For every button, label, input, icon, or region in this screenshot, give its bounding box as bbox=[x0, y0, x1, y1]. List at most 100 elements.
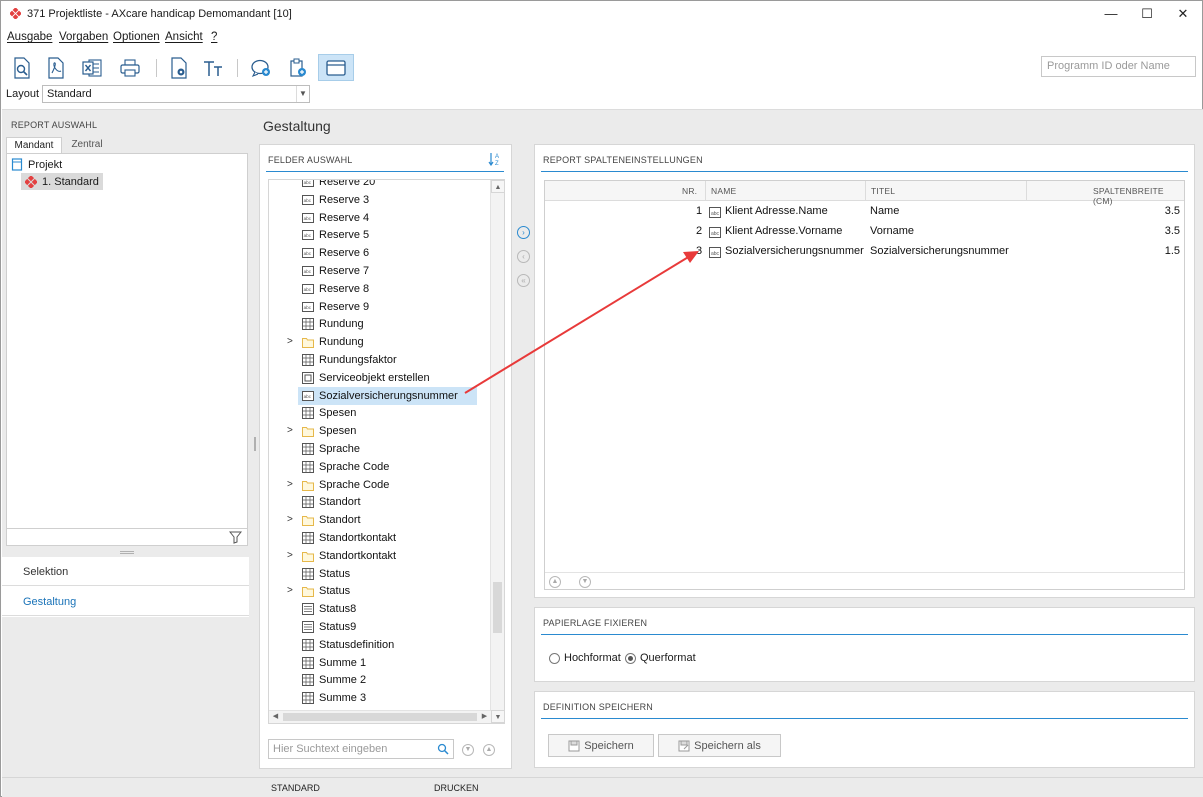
excel-export-button[interactable] bbox=[77, 54, 107, 81]
save-button[interactable]: Speichern bbox=[548, 734, 654, 757]
radio-hochformat[interactable]: Hochformat bbox=[549, 652, 621, 664]
field-item[interactable]: Serviceobjekt erstellen bbox=[269, 369, 491, 387]
col-header-nr[interactable]: NR. bbox=[682, 181, 697, 201]
field-item[interactable]: Standort bbox=[269, 493, 491, 511]
col-header-breite[interactable]: SPALTENBREITE (CM) bbox=[1093, 181, 1184, 206]
window-toggle-button[interactable] bbox=[318, 54, 354, 81]
field-item[interactable]: Status8 bbox=[269, 600, 491, 618]
field-list-hscrollbar[interactable]: ◀ ▶ bbox=[269, 710, 491, 723]
menu-vorgaben[interactable]: Vorgaben bbox=[59, 31, 108, 43]
tree-item-standard[interactable]: 1. Standard bbox=[21, 173, 103, 190]
field-item[interactable]: abc Reserve 7 bbox=[269, 262, 491, 280]
field-item[interactable]: Status9 bbox=[269, 618, 491, 636]
scroll-right-icon[interactable]: ▶ bbox=[478, 711, 491, 723]
clipboard-add-button[interactable] bbox=[283, 54, 313, 81]
layout-select[interactable]: Standard ▼ bbox=[42, 85, 310, 103]
remove-column-button[interactable]: ‹ bbox=[517, 250, 530, 263]
chevron-right-icon[interactable]: > bbox=[287, 585, 293, 596]
close-button[interactable]: ✕ bbox=[1165, 1, 1201, 27]
add-column-button[interactable]: › bbox=[517, 226, 530, 239]
chevron-right-icon[interactable]: > bbox=[287, 514, 293, 525]
tree-item-projekt[interactable]: Projekt bbox=[11, 156, 62, 173]
radio-querformat[interactable]: Querformat bbox=[625, 652, 696, 664]
field-item[interactable]: Rundungsfaktor bbox=[269, 351, 491, 369]
tab-zentral[interactable]: Zentral bbox=[62, 137, 112, 153]
tab-mandant[interactable]: Mandant bbox=[6, 137, 62, 153]
field-item[interactable]: > Status bbox=[269, 582, 491, 600]
field-item[interactable]: abc Reserve 3 bbox=[269, 191, 491, 209]
remove-all-columns-button[interactable]: « bbox=[517, 274, 530, 287]
chevron-down-icon[interactable]: ▼ bbox=[296, 86, 309, 102]
scroll-up-icon[interactable]: ▲ bbox=[491, 180, 504, 193]
comment-add-button[interactable] bbox=[246, 54, 276, 81]
radio-circle[interactable] bbox=[625, 652, 636, 664]
field-list-scrollbar[interactable]: ▲ ▼ bbox=[490, 180, 504, 723]
col-header-titel[interactable]: TITEL bbox=[871, 181, 895, 201]
menu-ausgabe[interactable]: Ausgabe bbox=[7, 31, 52, 43]
field-item[interactable]: abc Reserve 9 bbox=[269, 298, 491, 316]
print-preview-button[interactable] bbox=[7, 54, 37, 81]
scroll-down-icon[interactable]: ▼ bbox=[491, 710, 504, 723]
field-item[interactable]: Rundung bbox=[269, 315, 491, 333]
nav-selektion[interactable]: Selektion bbox=[2, 557, 249, 586]
status-drucken[interactable]: DRUCKEN bbox=[434, 783, 479, 793]
field-item[interactable]: Summe 3 bbox=[269, 689, 491, 707]
field-item[interactable]: abc Reserve 5 bbox=[269, 226, 491, 244]
field-item[interactable]: Status bbox=[269, 565, 491, 583]
maximize-button[interactable]: ☐ bbox=[1129, 1, 1165, 27]
field-item[interactable]: abc Reserve 20 bbox=[269, 180, 491, 191]
field-item[interactable]: Spesen bbox=[269, 404, 491, 422]
move-down-icon[interactable]: ▼ bbox=[579, 576, 591, 588]
chevron-right-icon[interactable]: > bbox=[287, 336, 293, 347]
search-next-icon[interactable]: ▲ bbox=[483, 744, 495, 756]
nav-gestaltung[interactable]: Gestaltung bbox=[2, 587, 249, 616]
field-item[interactable]: abc Reserve 4 bbox=[269, 209, 491, 227]
field-search-input[interactable]: Hier Suchtext eingeben bbox=[268, 739, 454, 759]
chevron-right-icon[interactable]: > bbox=[287, 425, 293, 436]
field-item[interactable]: > Standortkontakt bbox=[269, 547, 491, 565]
field-item[interactable]: > Standort bbox=[269, 511, 491, 529]
status-standard[interactable]: STANDARD bbox=[271, 783, 320, 793]
field-item[interactable]: > Rundung bbox=[269, 333, 491, 351]
field-item[interactable]: Standortkontakt bbox=[269, 529, 491, 547]
page-settings-button[interactable] bbox=[164, 54, 194, 81]
scroll-left-icon[interactable]: ◀ bbox=[269, 711, 282, 723]
move-up-icon[interactable]: ▲ bbox=[549, 576, 561, 588]
filter-icon[interactable] bbox=[229, 531, 242, 544]
field-item[interactable]: abc Reserve 8 bbox=[269, 280, 491, 298]
minimize-button[interactable]: — bbox=[1093, 1, 1129, 27]
field-item[interactable]: Sprache bbox=[269, 440, 491, 458]
field-item[interactable]: Sprache Code bbox=[269, 458, 491, 476]
chevron-right-icon[interactable]: > bbox=[287, 479, 293, 490]
chevron-right-icon[interactable]: > bbox=[287, 550, 293, 561]
field-item[interactable]: > Sprache Code bbox=[269, 476, 491, 494]
program-search-input[interactable]: Programm ID oder Name bbox=[1041, 56, 1196, 77]
col-header-name[interactable]: NAME bbox=[711, 181, 736, 201]
pdf-export-button[interactable] bbox=[41, 54, 71, 81]
search-icon[interactable] bbox=[437, 743, 449, 755]
menu-optionen[interactable]: Optionen bbox=[113, 31, 160, 43]
menu-help[interactable]: ? bbox=[211, 31, 217, 43]
hscrollbar-thumb[interactable] bbox=[283, 713, 477, 721]
field-item[interactable]: Statusdefinition bbox=[269, 636, 491, 654]
field-item[interactable]: Summe 1 bbox=[269, 654, 491, 672]
print-button[interactable] bbox=[115, 54, 145, 81]
sort-az-icon[interactable]: AZ bbox=[488, 152, 502, 166]
radio-circle[interactable] bbox=[549, 652, 560, 664]
field-item[interactable]: > Spesen bbox=[269, 422, 491, 440]
splitter-handle[interactable] bbox=[120, 551, 134, 554]
scrollbar-thumb[interactable] bbox=[493, 582, 502, 633]
table-row[interactable]: 2 abc Klient Adresse.Vorname Vorname 3.5 bbox=[545, 222, 1184, 242]
field-item[interactable]: abc Reserve 6 bbox=[269, 244, 491, 262]
field-item[interactable]: Summe 2 bbox=[269, 671, 491, 689]
font-button[interactable] bbox=[198, 54, 228, 81]
svg-text:abc: abc bbox=[304, 233, 312, 238]
font-icon bbox=[204, 60, 222, 76]
table-row[interactable]: 1 abc Klient Adresse.Name Name 3.5 bbox=[545, 202, 1184, 222]
table-row[interactable]: 3 abc Sozialversicherungsnummer Sozialve… bbox=[545, 242, 1184, 262]
field-item[interactable]: abc Sozialversicherungsnummer bbox=[269, 386, 491, 405]
vertical-splitter[interactable] bbox=[254, 437, 256, 451]
search-prev-icon[interactable]: ▼ bbox=[462, 744, 474, 756]
save-as-button[interactable]: Speichern als bbox=[658, 734, 781, 757]
menu-ansicht[interactable]: Ansicht bbox=[165, 31, 203, 43]
